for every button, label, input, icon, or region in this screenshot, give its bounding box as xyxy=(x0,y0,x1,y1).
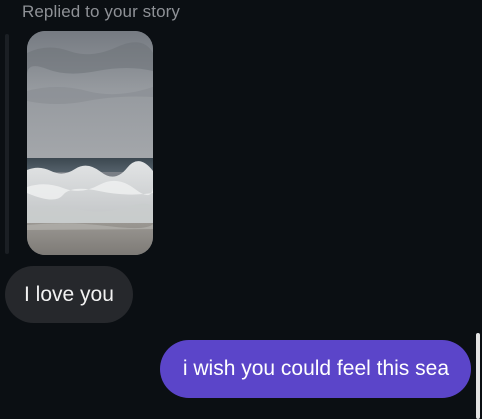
sea-waves-photo xyxy=(27,31,153,255)
reply-indicator-bar xyxy=(5,34,9,254)
outgoing-message-bubble[interactable]: i wish you could feel this sea xyxy=(159,340,471,398)
story-thumbnail[interactable] xyxy=(27,31,153,255)
scrollbar-thumb[interactable] xyxy=(476,333,480,419)
incoming-message-bubble[interactable]: I love you xyxy=(5,266,133,323)
chat-thread: Replied to your story I love you i wish … xyxy=(0,0,482,419)
story-reply-label: Replied to your story xyxy=(22,2,181,21)
